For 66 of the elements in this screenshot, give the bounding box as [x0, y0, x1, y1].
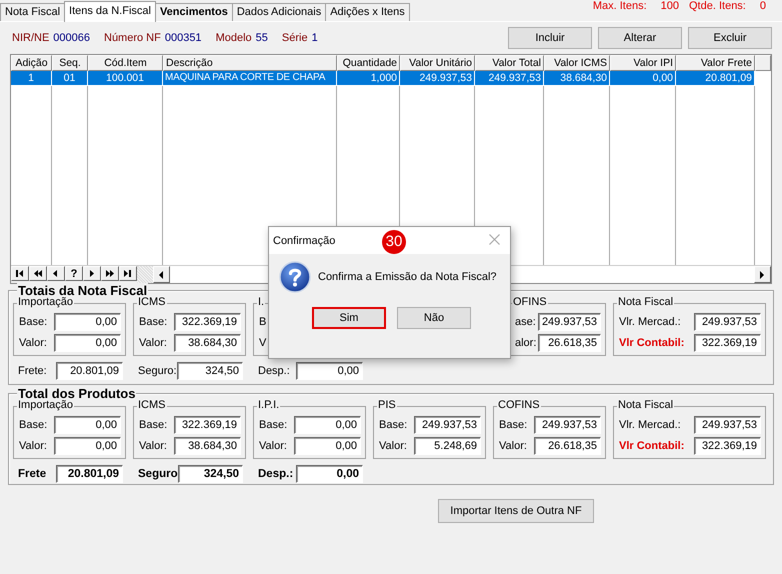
field-label: Base: — [139, 316, 168, 328]
group-title: Importação — [17, 399, 74, 411]
info-label: Modelo — [216, 32, 252, 44]
group-title: I. — [257, 296, 266, 308]
group-title: Importação — [17, 296, 74, 308]
table-cell: 20.801,09 — [676, 71, 755, 86]
field-label: Valor: — [499, 440, 527, 452]
field-label: Desp.: — [258, 468, 294, 480]
field-label: B — [259, 316, 266, 328]
field-label: ase: — [515, 316, 536, 328]
field-label: Frete — [18, 468, 46, 480]
field-label: Desp.: — [258, 365, 290, 377]
field-label: Seguro: — [138, 365, 177, 377]
field-label: Base: — [19, 419, 48, 431]
table-cell: 249.937,53 — [475, 71, 544, 86]
step-badge: 30 — [382, 230, 406, 254]
table-cell: 0,00 — [610, 71, 676, 86]
field-label: Seguro — [138, 468, 178, 480]
field-label: V — [259, 337, 266, 349]
table-cell: 01 — [52, 71, 88, 86]
field-label: Valor: — [19, 440, 47, 452]
field-label: Vlr. Mercad.: — [619, 419, 681, 431]
field-label: alor: — [515, 337, 536, 349]
group-title: ICMS — [137, 399, 166, 411]
field-label: Base: — [499, 419, 528, 431]
info-label: NIR/NE — [12, 32, 50, 44]
table-cell: 1,000 — [337, 71, 400, 86]
table-cell: 38.684,30 — [544, 71, 610, 86]
field-label: Base: — [19, 316, 48, 328]
field-label: Vlr Contabil: — [619, 337, 684, 349]
field-label: Base: — [379, 419, 408, 431]
group-title: COFINS — [497, 399, 541, 411]
info-value: 1 — [312, 32, 318, 44]
table-cell: 249.937,53 — [400, 71, 475, 86]
group-title: I.P.I. — [257, 399, 280, 411]
info-label: Série — [282, 32, 308, 44]
field-label: Vlr Contabil: — [619, 440, 684, 452]
limit-label: Qtde. Itens: — [689, 0, 746, 12]
field-label: Valor: — [19, 337, 47, 349]
group-title: Nota Fiscal — [617, 296, 674, 308]
panel-title: Total dos Produtos — [17, 386, 136, 401]
field-label: Base: — [259, 419, 288, 431]
dialog-message: Confirma a Emissão da Nota Fiscal? — [318, 271, 497, 283]
field-label: Frete: — [18, 365, 47, 377]
field-label: Valor: — [379, 440, 407, 452]
dialog-title: Confirmação — [273, 234, 336, 246]
group-title: ICMS — [137, 296, 166, 308]
field-label: Valor: — [139, 440, 167, 452]
field-label: Valor: — [259, 440, 287, 452]
limit-value: 0 — [760, 0, 766, 12]
field-label: Vlr. Mercad.: — [619, 316, 681, 328]
table-cell: 100.001 — [88, 71, 163, 86]
field-label: Valor: — [139, 337, 167, 349]
field-label: Base: — [139, 419, 168, 431]
limit-value: 100 — [660, 0, 679, 12]
group-title: OFINS — [512, 296, 548, 308]
table-cell: 1 — [11, 71, 52, 86]
info-value: 000351 — [164, 32, 202, 44]
info-label: Número NF — [104, 32, 161, 44]
info-value: 000066 — [53, 32, 90, 44]
group-title: PIS — [377, 399, 397, 411]
table-cell: MAQUINA PARA CORTE DE CHAPA — [163, 71, 337, 86]
group-title: Nota Fiscal — [617, 399, 674, 411]
panel-title: Totais da Nota Fiscal — [17, 283, 148, 298]
limit-label: Max. Itens: — [592, 0, 647, 12]
info-value: 55 — [256, 32, 268, 44]
